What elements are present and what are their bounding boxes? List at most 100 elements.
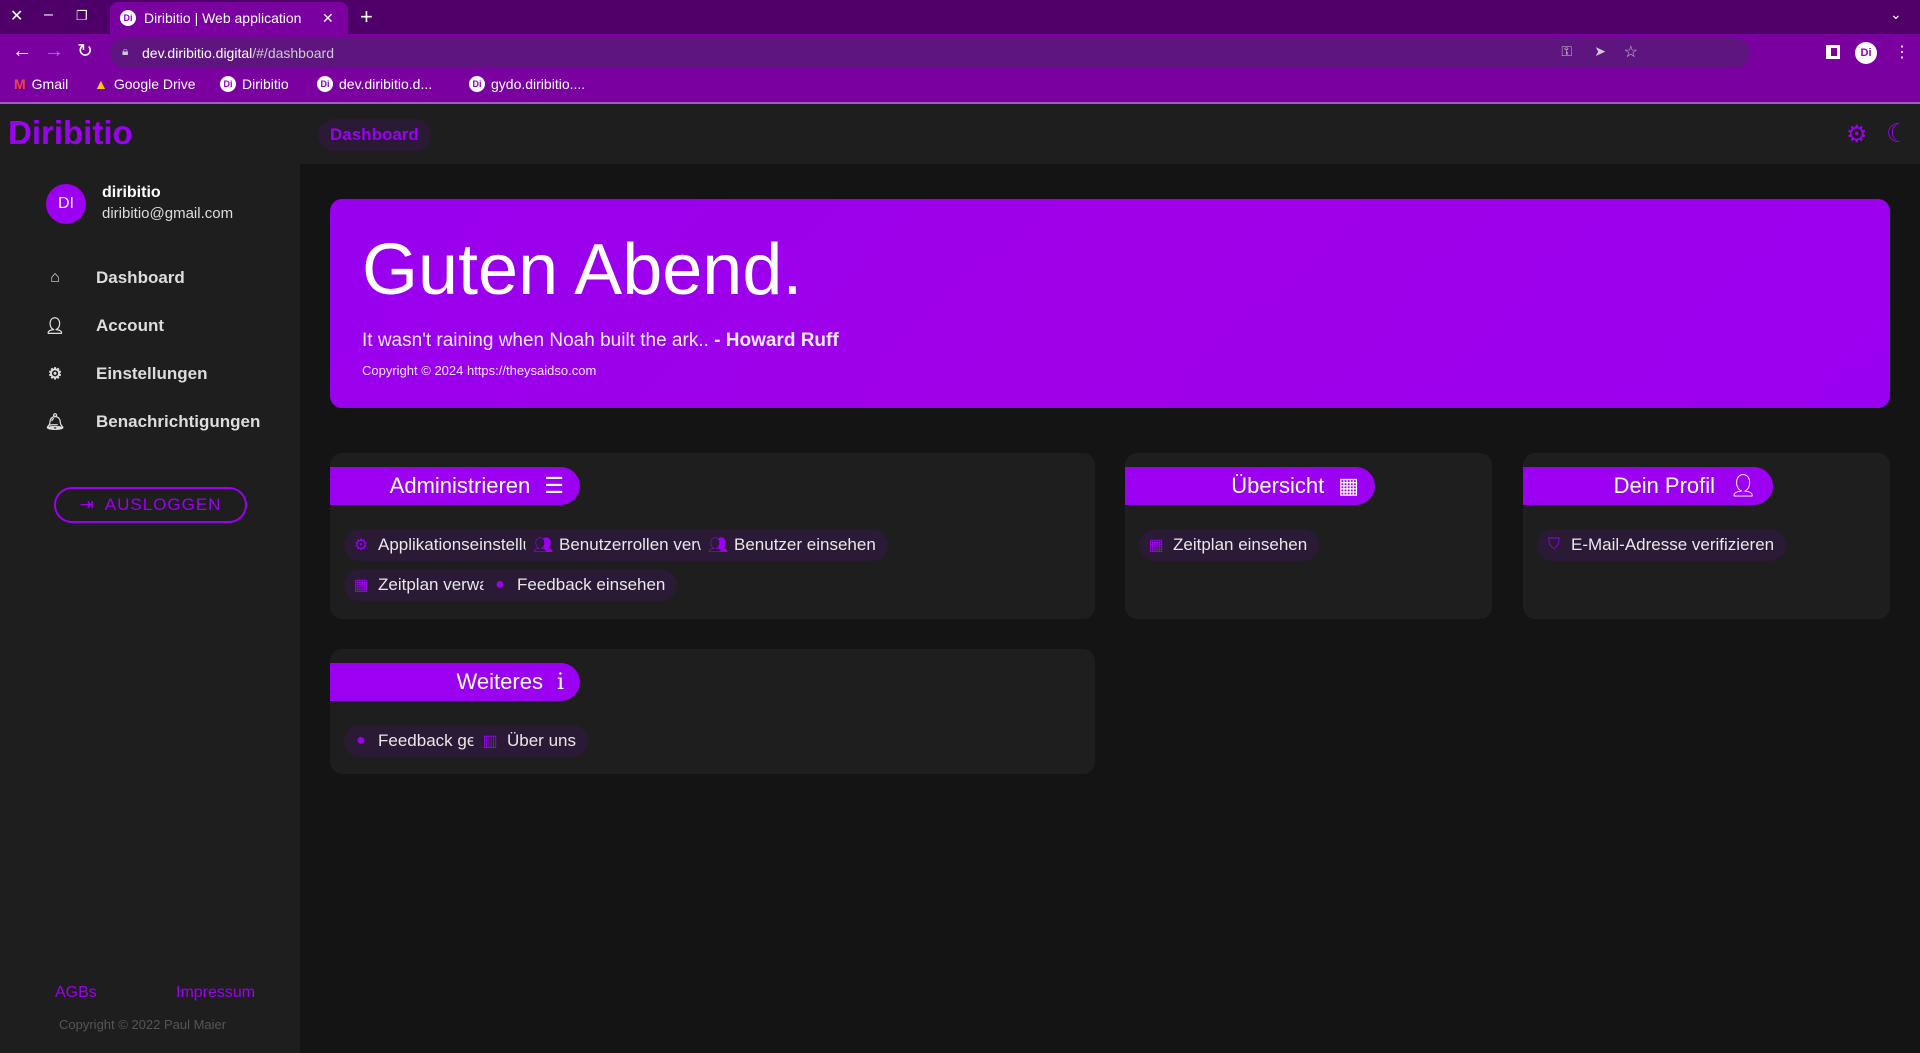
reload-icon[interactable]: ↻ [77, 40, 93, 63]
user-icon: 👤︎ [44, 318, 66, 335]
overview-card: Übersicht ▦ ▦ Zeitplan einsehen [1125, 453, 1492, 619]
chip-label: Zeitplan einsehen [1173, 535, 1308, 554]
sidebar-item-label: Benachrichtigungen [96, 412, 261, 431]
users-icon: 👥︎ [708, 537, 729, 554]
sidebar-item-label: Einstellungen [96, 364, 208, 383]
greeting-title: Guten Abend. [362, 230, 803, 310]
bell-icon: 🔔︎ [44, 414, 66, 431]
more-card: Weiteres i ● Feedback geben ▥ Über uns [330, 649, 1095, 774]
close-tab-icon[interactable]: ✕ [322, 10, 334, 27]
bookmark-diribitio[interactable]: Di Diribitio [220, 76, 289, 92]
key-icon[interactable]: ⚿ [1561, 43, 1572, 60]
calendar-icon: ▦ [1338, 473, 1359, 498]
sidebar-item-label: Dashboard [96, 268, 185, 287]
app-logo[interactable]: Diribitio [8, 114, 133, 152]
agb-link[interactable]: AGBs [55, 984, 97, 1002]
url-host: dev.diribitio.digital [142, 45, 253, 61]
user-email: diribitio@gmail.com [102, 205, 234, 222]
bookmark-gydo-diribitio[interactable]: Di gydo.diribitio.... [469, 76, 585, 92]
sidebar-item-einstellungen[interactable]: ⚙ Einstellungen [40, 364, 208, 384]
sliders-icon: ☰ [544, 473, 564, 498]
diribitio-favicon-icon: Di [120, 10, 136, 26]
gear-icon: ⚙ [353, 537, 369, 554]
card-title: Administrieren [389, 473, 531, 498]
tab-list-chevron-icon[interactable]: ⌄ [1890, 6, 1902, 23]
building-icon: ▥ [482, 733, 498, 750]
sidebar-item-account[interactable]: 👤︎ Account [40, 316, 164, 336]
diribitio-icon: Di [317, 76, 333, 92]
home-icon: ⌂ [50, 269, 60, 286]
app-header [300, 104, 1920, 164]
chip-zeitplan-einsehen[interactable]: ▦ Zeitplan einsehen [1139, 529, 1320, 561]
settings-gear-icon[interactable]: ⚙ [1846, 120, 1868, 149]
speech-bubble-icon: ● [356, 732, 366, 749]
card-title: Dein Profil [1613, 473, 1716, 498]
gmail-icon: M [14, 76, 26, 92]
drive-icon: ▲ [94, 76, 108, 92]
calendar-icon: ▦ [353, 577, 369, 594]
card-title: Weiteres [456, 669, 543, 694]
user-name: diribitio [102, 184, 161, 201]
gear-icon: ⚙ [47, 366, 63, 383]
lock-icon: 🔒︎ [122, 44, 129, 58]
overview-card-header: Übersicht ▦ [1125, 467, 1375, 505]
avatar: DI [46, 184, 86, 224]
side-panel-icon[interactable] [1826, 45, 1840, 59]
new-tab-icon[interactable]: + [360, 4, 373, 30]
chip-feedback-einsehen[interactable]: ● Feedback einsehen [483, 569, 678, 601]
bookmark-gmail[interactable]: M Gmail [14, 76, 68, 92]
minimize-window-icon[interactable]: – [44, 6, 53, 24]
greeting-banner: Guten Abend. It wasn't raining when Noah… [330, 199, 1890, 408]
chip-email-verifizieren[interactable]: ⛉ E-Mail-Adresse verifizieren [1537, 529, 1787, 561]
users-icon: 👥︎ [533, 537, 554, 554]
info-icon: i [556, 669, 564, 695]
restore-window-icon[interactable]: ❐ [76, 8, 88, 24]
sidebar [0, 104, 300, 1053]
bookmark-dev-diribitio[interactable]: Di dev.diribitio.d... [317, 76, 432, 92]
admin-card: Administrieren ☰ ⚙ Applikationseinstellung… [330, 453, 1095, 619]
chip-label: Feedback einsehen [517, 575, 666, 594]
diribitio-icon: Di [469, 76, 485, 92]
chip-ueber-uns[interactable]: ▥ Über uns [473, 725, 588, 757]
url-path: /#/dashboard [252, 45, 334, 61]
quote-copyright: Copyright © 2024 https://theysaidso.com [362, 363, 597, 378]
tab-title: Diribitio | Web application [144, 10, 302, 26]
impressum-link[interactable]: Impressum [176, 984, 255, 1002]
logout-button[interactable]: ⇥ AUSLOGGEN [54, 487, 247, 523]
diribitio-icon: Di [220, 76, 236, 92]
more-card-header: Weiteres i [330, 663, 580, 701]
bookmark-label: gydo.diribitio.... [491, 76, 586, 92]
speech-bubble-icon: ● [495, 576, 505, 593]
admin-card-header: Administrieren ☰ [330, 467, 580, 505]
browser-tab[interactable]: Di Diribitio | Web application ✕ [110, 2, 348, 34]
bookmark-label: dev.diribitio.d... [339, 76, 433, 92]
quote-author: - Howard Ruff [714, 330, 839, 351]
browser-menu-icon[interactable]: ⋮ [1894, 42, 1910, 62]
forward-icon[interactable]: → [44, 40, 64, 63]
bookmark-google-drive[interactable]: ▲ Google Drive [94, 76, 196, 92]
sidebar-item-benachrichtigungen[interactable]: 🔔︎ Benachrichtigungen [40, 412, 261, 432]
chip-label: E-Mail-Adresse verifizieren [1571, 535, 1775, 554]
url-input[interactable]: 🔒︎ dev.diribitio.digital/#/dashboard ⚿ ➤… [110, 38, 1750, 68]
breadcrumb[interactable]: Dashboard [318, 119, 431, 151]
close-window-icon[interactable]: ✕ [10, 6, 23, 26]
bookmark-label: Gmail [31, 76, 69, 92]
sidebar-item-dashboard[interactable]: ⌂ Dashboard [40, 268, 185, 288]
back-icon[interactable]: ← [12, 40, 32, 63]
profile-card: Dein Profil 👤︎ ⛉ E-Mail-Adresse verifizier… [1523, 453, 1890, 619]
bookmark-label: Google Drive [113, 76, 196, 92]
profile-avatar-icon[interactable]: Di [1855, 42, 1877, 64]
quote-text: It wasn't raining when Noah built the ar… [362, 330, 709, 351]
logout-icon: ⇥ [79, 495, 95, 514]
user-icon: 👤︎ [1729, 473, 1757, 498]
sidebar-copyright: Copyright © 2022 Paul Maier [59, 1017, 227, 1032]
dark-mode-moon-icon[interactable]: ☾ [1886, 118, 1909, 149]
send-icon[interactable]: ➤ [1594, 43, 1606, 60]
shield-check-icon: ⛉ [1547, 536, 1560, 553]
sidebar-item-label: Account [96, 316, 164, 335]
chip-benutzer-einsehen[interactable]: 👥︎ Benutzer einsehen [700, 529, 888, 561]
chip-label: Über uns [507, 731, 576, 750]
profile-card-header: Dein Profil 👤︎ [1523, 467, 1773, 505]
quote: It wasn't raining when Noah built the ar… [362, 330, 839, 352]
bookmark-star-icon[interactable]: ☆ [1624, 42, 1638, 62]
